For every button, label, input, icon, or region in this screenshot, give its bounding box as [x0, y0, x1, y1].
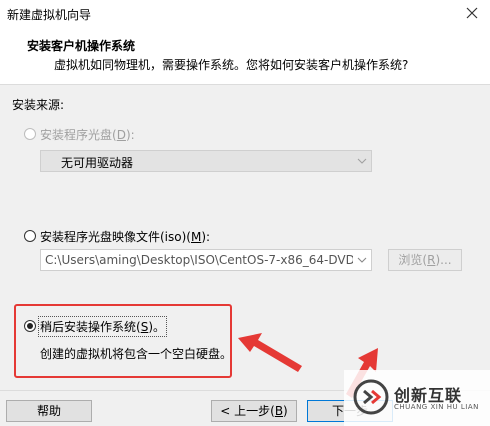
browse-button[interactable]: 浏览(R)... [388, 249, 462, 271]
close-icon[interactable] [462, 3, 482, 23]
help-button[interactable]: 帮助 [6, 400, 92, 422]
iso-option-label: 安装程序光盘映像文件(iso)(M): [40, 230, 211, 244]
arrow-left-annotation [238, 333, 302, 372]
disc-drive-select[interactable]: 无可用驱动器 [40, 150, 372, 172]
wizard-header: 安装客户机操作系统 虚拟机如同物理机，需要操作系统。您将如何安装客户机操作系统? [0, 28, 490, 85]
chevron-down-icon [357, 257, 367, 263]
disc-option-label: 安装程序光盘(D): [40, 128, 135, 142]
install-source-label: 安装来源: [12, 98, 65, 112]
page-subtitle: 虚拟机如同物理机，需要操作系统。您将如何安装客户机操作系统? [54, 58, 409, 72]
iso-radio[interactable] [24, 230, 36, 242]
iso-path-select[interactable]: C:\Users\aming\Desktop\ISO\CentOS-7-x86_… [40, 249, 372, 271]
back-button[interactable]: < 上一步(B) [211, 400, 297, 422]
annotation-box [14, 304, 232, 378]
title-bar: 新建虚拟机向导 [0, 0, 490, 28]
watermark: 创新互联 CHUANG XIN HU LIAN [344, 370, 490, 426]
disc-drive-value: 无可用驱动器 [61, 156, 134, 170]
iso-path-value: C:\Users\aming\Desktop\ISO\CentOS-7-x86_… [45, 253, 353, 267]
page-title: 安装客户机操作系统 [27, 39, 136, 53]
watermark-subtext: CHUANG XIN HU LIAN [394, 403, 479, 411]
brand-logo-icon [353, 379, 389, 415]
chevron-down-icon [357, 158, 367, 164]
window-title: 新建虚拟机向导 [7, 8, 92, 22]
disc-radio[interactable] [24, 128, 36, 140]
